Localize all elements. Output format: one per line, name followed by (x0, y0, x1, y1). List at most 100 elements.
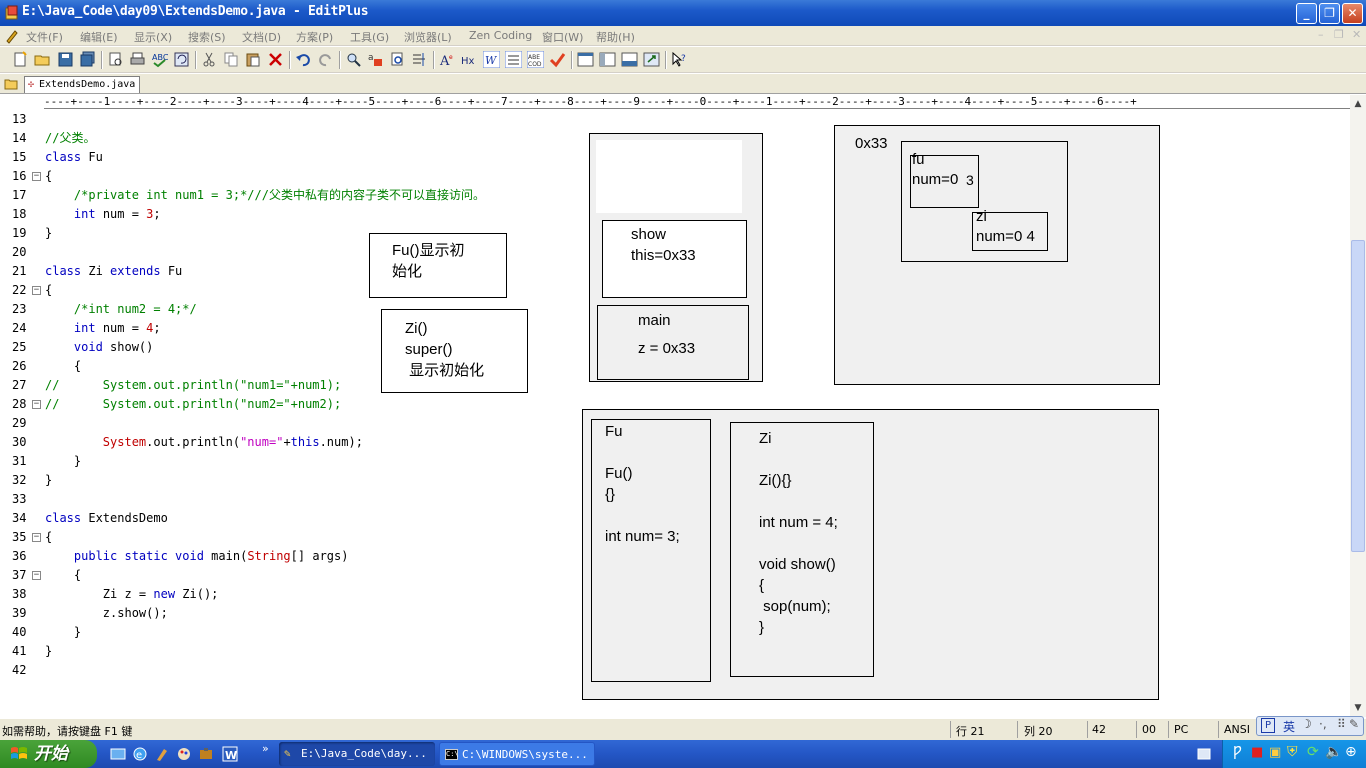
menu-document[interactable]: 文档(D) (242, 29, 281, 45)
ime-logo-icon[interactable]: P (1261, 718, 1275, 733)
tool-icon[interactable] (198, 746, 214, 762)
word-wrap-icon[interactable]: W (483, 51, 500, 68)
code-line[interactable] (45, 110, 485, 129)
antivirus-tray-icon[interactable]: ■ (1251, 745, 1263, 760)
fullscreen-icon[interactable] (643, 51, 660, 68)
code-line[interactable]: { (45, 528, 485, 547)
delete-icon[interactable] (267, 51, 284, 68)
code-line[interactable]: System.out.println("num="+this.num); (45, 433, 485, 452)
menu-search[interactable]: 搜索(S) (188, 29, 226, 45)
mdi-restore-button[interactable]: ❐ (1334, 28, 1344, 41)
menu-window[interactable]: 窗口(W) (542, 29, 583, 45)
ruler-toggle-icon[interactable] (505, 51, 522, 68)
network-tray-icon[interactable]: ▣ (1269, 745, 1281, 760)
code-line[interactable]: } (45, 471, 485, 490)
undo-icon[interactable] (295, 51, 312, 68)
output-window-icon[interactable] (621, 51, 638, 68)
fold-toggle-icon[interactable]: − (32, 571, 41, 580)
vertical-scrollbar[interactable]: ▲ ▼ (1350, 95, 1366, 717)
fold-toggle-icon[interactable]: − (32, 400, 41, 409)
code-line[interactable]: //父类。 (45, 129, 485, 148)
spellcheck-icon[interactable]: ABC (151, 51, 168, 68)
context-help-icon[interactable]: ? (671, 51, 688, 68)
quicklaunch-overflow-icon[interactable]: » (262, 742, 269, 755)
minimize-button[interactable]: _ (1296, 3, 1317, 24)
security-shield-icon[interactable]: ⛨ (1287, 744, 1298, 760)
paint-icon[interactable] (176, 746, 192, 762)
code-line[interactable]: /*private int num1 = 3;*///父类中私有的内容子类不可以… (45, 186, 485, 205)
scroll-up-arrow-icon[interactable]: ▲ (1351, 97, 1365, 111)
restore-button[interactable]: ❐ (1319, 3, 1340, 24)
code-text[interactable]: //父类。 class Fu { /*private int num1 = 3;*/… (45, 110, 485, 680)
paint-brush-icon[interactable] (154, 746, 170, 762)
scrollbar-thumb[interactable] (1351, 240, 1365, 552)
fold-toggle-icon[interactable]: − (32, 172, 41, 181)
menu-zen-coding[interactable]: Zen Coding (469, 29, 532, 42)
menu-browser[interactable]: 浏览器(L) (404, 29, 452, 45)
code-line[interactable]: class Fu (45, 148, 485, 167)
code-line[interactable]: // System.out.println("num2="+num2); (45, 395, 485, 414)
menu-file[interactable]: 文件(F) (26, 29, 63, 45)
word-icon[interactable]: W (222, 746, 238, 762)
code-line[interactable]: { (45, 566, 485, 585)
fold-toggle-icon[interactable]: − (32, 286, 41, 295)
taskbar-cmd[interactable]: C:\ C:\WINDOWS\syste... (439, 742, 595, 766)
spellcheck-mark-icon[interactable] (549, 51, 566, 68)
ime-halfwidth-icon[interactable]: ☽ (1301, 717, 1312, 731)
open-folder-icon[interactable] (34, 51, 51, 68)
menu-edit[interactable]: 编辑(E) (80, 29, 118, 45)
code-line[interactable]: { (45, 167, 485, 186)
safely-remove-icon[interactable]: ⊕ (1345, 744, 1357, 760)
fold-toggle-icon[interactable]: − (32, 533, 41, 542)
tab-extendsdemo-java[interactable]: ✣ ExtendsDemo.java (24, 76, 141, 93)
ime-settings-icon[interactable]: ✎ (1349, 717, 1359, 731)
menu-tools[interactable]: 工具(G) (350, 29, 389, 45)
language-bar-icon[interactable] (1196, 746, 1212, 762)
code-line[interactable]: class ExtendsDemo (45, 509, 485, 528)
save-all-icon[interactable] (79, 51, 96, 68)
ime-softkeyboard-icon[interactable]: ⠿ (1337, 717, 1346, 731)
line-number-toggle-icon[interactable]: ABECOD (527, 51, 544, 68)
code-line[interactable] (45, 414, 485, 433)
goto-line-icon[interactable] (411, 51, 428, 68)
update-tray-icon[interactable]: ⟳ (1307, 744, 1319, 760)
mdi-close-button[interactable]: ✕ (1352, 28, 1361, 41)
code-line[interactable]: } (45, 452, 485, 471)
find-icon[interactable] (345, 51, 362, 68)
menu-help[interactable]: 帮助(H) (596, 29, 635, 45)
code-line[interactable] (45, 661, 485, 680)
code-line[interactable]: Zi z = new Zi(); (45, 585, 485, 604)
code-line[interactable]: public static void main(String[] args) (45, 547, 485, 566)
code-line[interactable]: } (45, 623, 485, 642)
new-file-icon[interactable] (12, 51, 29, 68)
mdi-minimize-button[interactable]: – (1318, 28, 1324, 41)
ie-browser-icon[interactable]: e (132, 746, 148, 762)
save-icon[interactable] (57, 51, 74, 68)
replace-icon[interactable]: a (367, 51, 384, 68)
show-desktop-icon[interactable] (110, 746, 126, 762)
code-line[interactable]: } (45, 642, 485, 661)
ime-toolbar[interactable]: P 英 ☽ ·, ⠿ ✎ (1256, 716, 1364, 736)
start-button[interactable]: 开始 (0, 740, 97, 768)
close-button[interactable]: ✕ (1342, 3, 1363, 24)
editor-area[interactable]: ----+----1----+----2----+----3----+----4… (0, 95, 1350, 717)
redo-icon[interactable] (317, 51, 334, 68)
directory-window-icon[interactable] (577, 51, 594, 68)
code-line[interactable] (45, 490, 485, 509)
print-preview-icon[interactable] (107, 51, 124, 68)
ime-tray-icon[interactable]: Ƿ (1233, 745, 1242, 760)
cut-icon[interactable] (201, 51, 218, 68)
paste-icon[interactable] (245, 51, 262, 68)
scroll-down-arrow-icon[interactable]: ▼ (1351, 701, 1365, 715)
copy-icon[interactable] (223, 51, 240, 68)
menu-view[interactable]: 显示(X) (134, 29, 172, 45)
directory-toggle-icon[interactable] (4, 77, 18, 91)
find-in-files-icon[interactable] (389, 51, 406, 68)
refresh-icon[interactable] (173, 51, 190, 68)
print-icon[interactable] (129, 51, 146, 68)
code-line[interactable]: int num = 3; (45, 205, 485, 224)
ime-punctuation-icon[interactable]: ·, (1319, 717, 1327, 731)
taskbar-editplus[interactable]: ✎ E:\Java_Code\day... (279, 742, 435, 766)
hex-viewer-icon[interactable]: Hx (461, 51, 478, 68)
ime-language-toggle[interactable]: 英 (1283, 718, 1295, 735)
